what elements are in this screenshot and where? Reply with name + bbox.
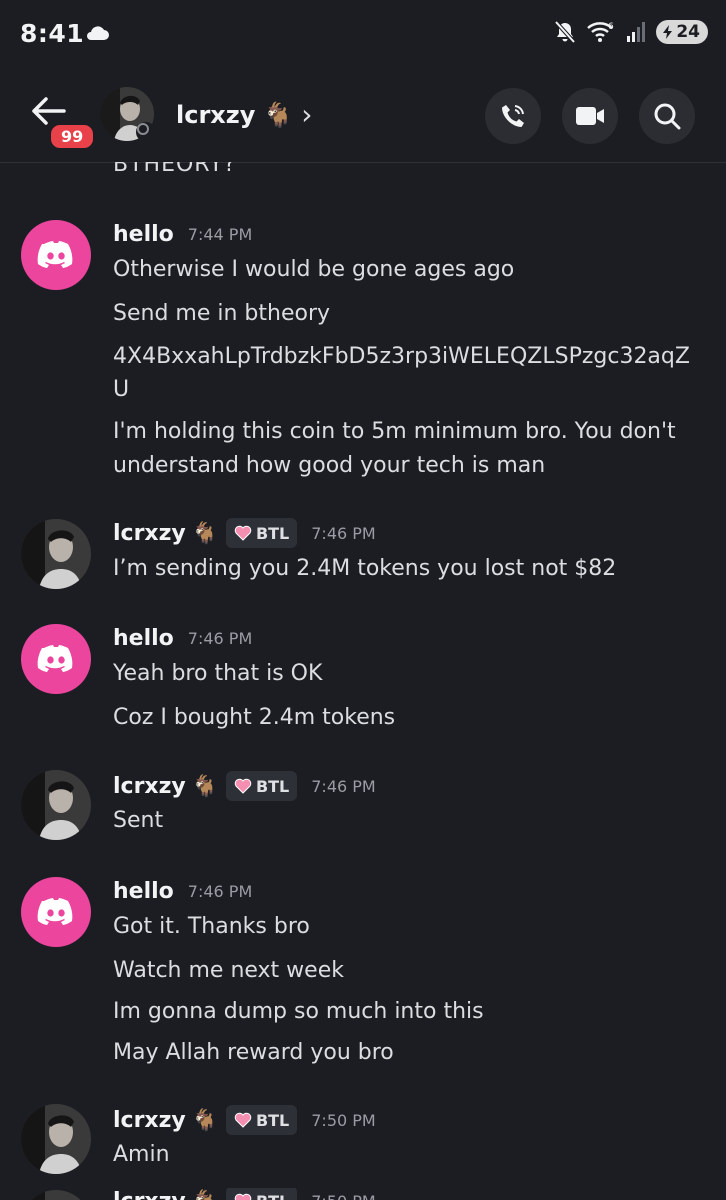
author-name[interactable]: lcrxzy — [113, 1189, 186, 1200]
timestamp: 7:46 PM — [187, 882, 253, 901]
author-name[interactable]: hello — [113, 626, 174, 651]
message-meta: hello 7:46 PM — [113, 879, 252, 904]
avatar[interactable] — [21, 624, 91, 694]
voice-call-button[interactable] — [485, 88, 541, 144]
avatar[interactable] — [21, 519, 91, 589]
server-tag[interactable]: BTL — [225, 518, 298, 548]
goat-emoji: 🐐 — [191, 1107, 218, 1132]
message-text: Coz I bought 2.4m tokens — [113, 705, 396, 730]
author-name[interactable]: hello — [113, 879, 174, 904]
avatar[interactable] — [21, 1104, 91, 1174]
message-text: Yeah bro that is OK — [113, 661, 323, 686]
author-name[interactable]: lcrxzy — [113, 521, 186, 546]
wifi-icon: 6 — [587, 22, 614, 42]
discord-logo-icon — [37, 645, 73, 672]
chat-title[interactable]: lcrxzy 🐐 › — [176, 98, 312, 131]
battery-icon: 24 — [656, 20, 708, 44]
author-name[interactable]: lcrxzy — [113, 1108, 186, 1133]
timestamp: 7:46 PM — [311, 776, 376, 796]
message-meta: lcrxzy 🐐 BTL 7:50 PM — [113, 1188, 376, 1200]
video-call-button[interactable] — [562, 88, 618, 144]
wifi-label: 6 — [608, 22, 614, 32]
cloud-icon — [87, 26, 109, 40]
server-tag[interactable]: BTL — [225, 771, 298, 801]
timestamp: 7:46 PM — [311, 523, 376, 543]
status-indicator — [136, 122, 156, 142]
message-meta: lcrxzy 🐐 BTL 7:50 PM — [113, 1105, 376, 1135]
avatar[interactable] — [21, 770, 91, 840]
server-tag[interactable]: BTL — [225, 1105, 298, 1135]
signal-icon — [627, 22, 646, 42]
message-text: I’m sending you 2.4M tokens you lost not… — [113, 556, 617, 581]
message-meta: lcrxzy 🐐 BTL 7:46 PM — [113, 771, 376, 801]
timestamp: 7:44 PM — [187, 225, 253, 244]
heart-icon — [234, 1112, 252, 1128]
server-tag-label: BTL — [255, 776, 290, 796]
discord-logo-icon — [37, 241, 73, 268]
message-text: Got it. Thanks bro — [113, 914, 310, 939]
status-bar: 8:41 6 24 — [0, 0, 726, 70]
heart-icon — [234, 525, 252, 541]
message-text: I'm holding this coin to 5m minimum bro.… — [113, 419, 676, 444]
chevron-right-icon: › — [301, 98, 313, 131]
discord-logo-icon — [37, 898, 73, 925]
server-tag-label: BTL — [256, 1192, 289, 1200]
timestamp: 7:50 PM — [311, 1110, 376, 1130]
author-name[interactable]: hello — [113, 222, 174, 247]
message-text: 4X4BxxahLpTrdbzkFbD5z3rp3iWELEQZLSPzgc32… — [113, 344, 690, 369]
goat-emoji: 🐐 — [192, 1189, 218, 1200]
heart-icon — [234, 778, 252, 794]
goat-emoji: 🐐 — [191, 520, 218, 545]
battery-level: 24 — [676, 22, 700, 42]
message-meta: lcrxzy 🐐 BTL 7:46 PM — [113, 518, 376, 548]
message-group: lcrxzy 🐐 BTL 7:50 PM — [0, 1188, 726, 1200]
goat-emoji: 🐐 — [263, 100, 294, 129]
message-meta: hello 7:44 PM — [113, 222, 252, 247]
message-text: U — [113, 377, 130, 402]
search-button[interactable] — [639, 88, 695, 144]
unread-badge: 99 — [48, 122, 97, 151]
message-text: Im gonna dump so much into this — [113, 999, 484, 1024]
chat-header: 99 lcrxzy 🐐 › — [0, 72, 726, 163]
search-icon — [654, 103, 681, 130]
message-text: Amin — [113, 1142, 170, 1167]
message-text: May Allah reward you bro — [113, 1040, 394, 1065]
server-tag[interactable]: BTL — [225, 1188, 298, 1200]
message-text: Watch me next week — [113, 958, 344, 983]
video-icon — [576, 107, 604, 125]
author-name[interactable]: lcrxzy — [113, 774, 186, 799]
status-time: 8:41 — [20, 19, 85, 48]
timestamp: 7:46 PM — [187, 629, 253, 648]
status-icons: 6 24 — [554, 20, 708, 44]
timestamp: 7:50 PM — [311, 1192, 375, 1200]
server-tag-label: BTL — [255, 523, 290, 543]
avatar[interactable] — [21, 1190, 91, 1200]
charging-icon — [663, 25, 673, 39]
chat-title-name: lcrxzy — [176, 100, 256, 129]
avatar[interactable] — [21, 220, 91, 290]
message-text: Otherwise I would be gone ages ago — [113, 257, 515, 282]
heart-icon — [234, 1193, 252, 1200]
mute-icon — [554, 20, 576, 44]
message-text: Sent — [113, 808, 164, 833]
message-text: Send me in btheory — [113, 301, 331, 326]
message-text: understand how good your tech is man — [113, 453, 546, 478]
goat-emoji: 🐐 — [191, 773, 218, 798]
phone-icon — [502, 105, 524, 127]
server-tag-label: BTL — [255, 1110, 290, 1130]
avatar[interactable] — [21, 877, 91, 947]
message-meta: hello 7:46 PM — [113, 626, 252, 651]
